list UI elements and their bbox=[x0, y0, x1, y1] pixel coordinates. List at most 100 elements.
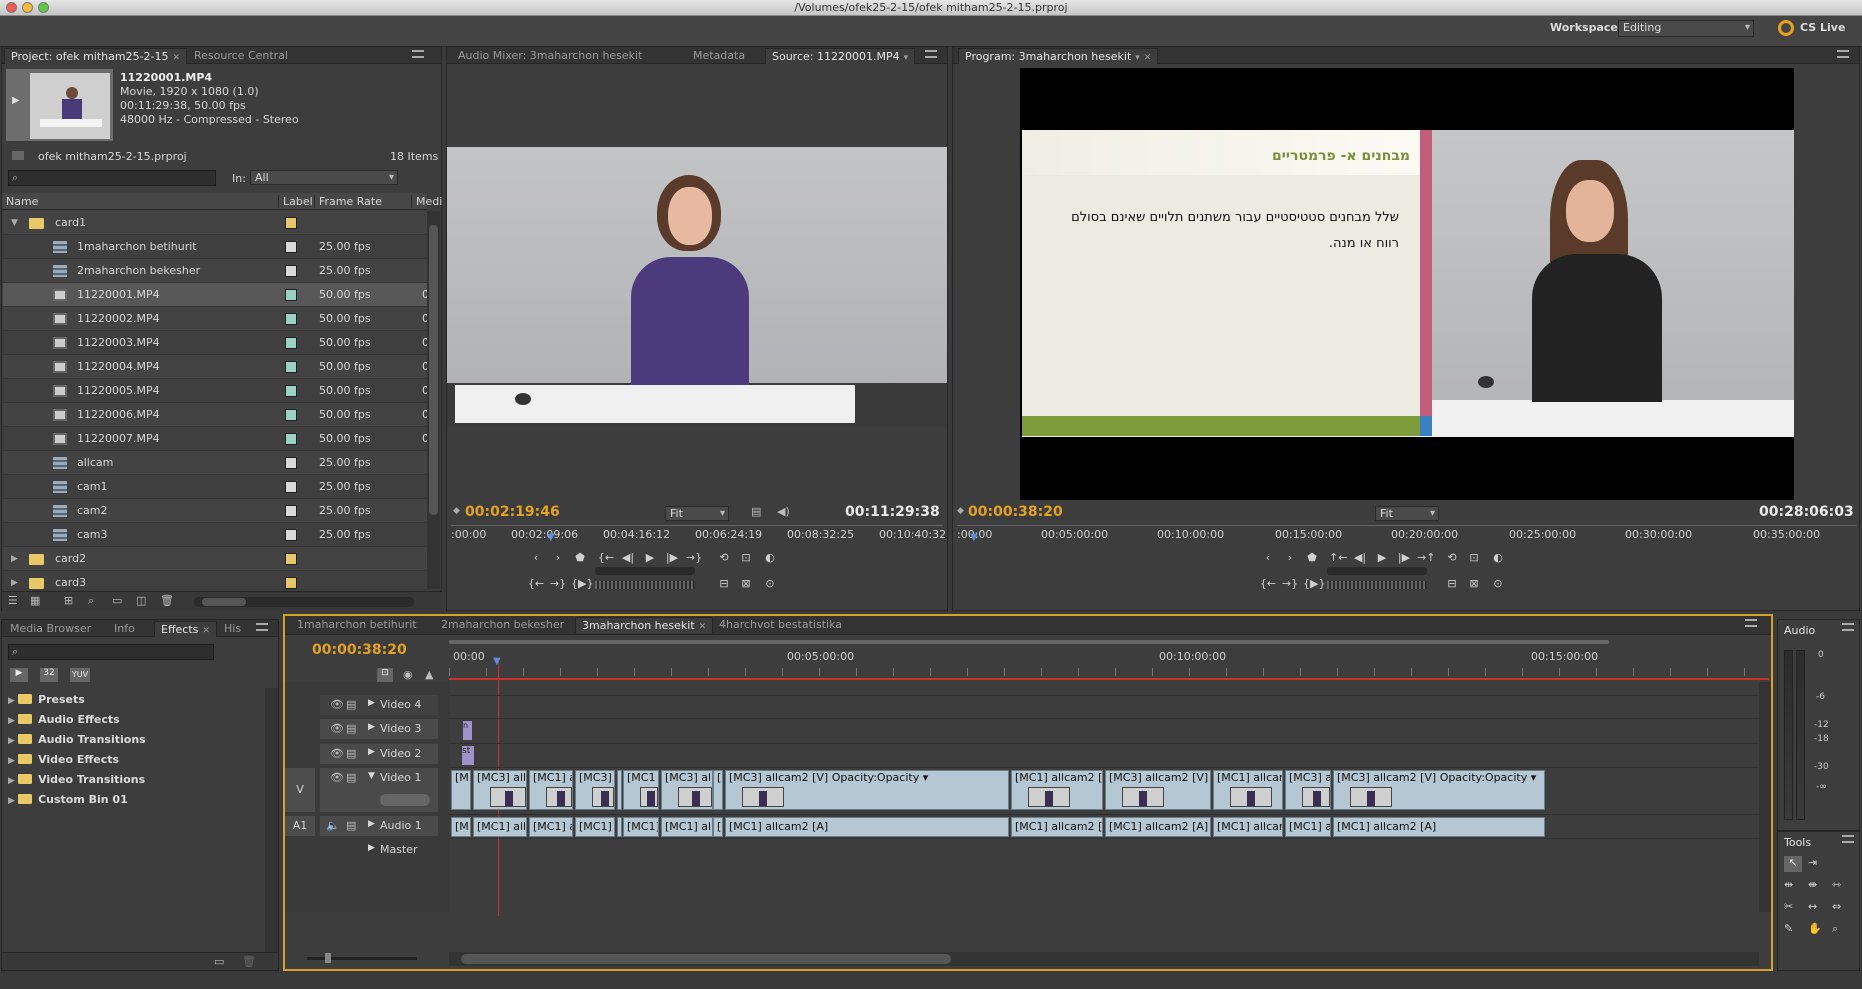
audio-clip[interactable]: [MC1] al bbox=[529, 817, 573, 837]
overlay-icon[interactable]: ⊠ bbox=[737, 576, 755, 592]
timeline-vscroll[interactable] bbox=[1759, 682, 1771, 912]
video-clip[interactable]: [MC3] allcam2 [V] Opacity:Opacity ▾ bbox=[1333, 770, 1545, 810]
project-item-row[interactable]: 11220001.MP4 50.00 fps 0 bbox=[3, 283, 427, 307]
shuttle-right-icon[interactable]: →} bbox=[1281, 576, 1299, 592]
tab-audio-mixer[interactable]: Audio Mixer: 3maharchon hesekit bbox=[452, 48, 648, 64]
timeline-current-timecode[interactable]: 00:00:38:20 bbox=[312, 642, 407, 658]
slide-tool-icon[interactable]: ⇔ bbox=[1832, 900, 1841, 913]
rolling-edit-tool-icon[interactable]: ⇼ bbox=[1808, 878, 1817, 891]
effects-search-input[interactable]: ⌕ bbox=[8, 644, 214, 660]
step-forward-icon[interactable]: |▶ bbox=[1395, 550, 1413, 566]
label-color-swatch[interactable] bbox=[285, 529, 297, 541]
video-clip[interactable]: [MC3] allcam2 [V] ty ▾ bbox=[1105, 770, 1211, 810]
output-icon[interactable]: ◐ bbox=[761, 550, 779, 566]
jog-dial[interactable] bbox=[1327, 581, 1427, 589]
audio-menu-icon[interactable] bbox=[1842, 623, 1854, 631]
lock-icon[interactable]: ▤ bbox=[346, 698, 356, 711]
icon-view-icon[interactable]: ▦ bbox=[30, 594, 40, 607]
audio-clip[interactable]: [MC1] allca bbox=[473, 817, 527, 837]
expand-icon[interactable]: ▶ bbox=[368, 819, 375, 829]
expand-icon[interactable]: ▶ bbox=[368, 698, 375, 708]
project-search-input[interactable]: ⌕ bbox=[8, 170, 216, 186]
effects-folder-video-transitions[interactable]: ▶ Video Transitions bbox=[8, 770, 145, 790]
mark-in-icon[interactable]: ‹ bbox=[527, 550, 545, 566]
source-current-timecode[interactable]: 00:02:19:46 bbox=[465, 504, 560, 520]
safe-margins-icon[interactable]: ⊡ bbox=[737, 550, 755, 566]
lock-icon[interactable]: ▤ bbox=[346, 747, 356, 760]
new-bin-icon[interactable]: ▭ bbox=[112, 594, 122, 607]
step-forward-icon[interactable]: |▶ bbox=[663, 550, 681, 566]
video3-clip[interactable]: n bbox=[463, 721, 472, 740]
keyframe-nav[interactable] bbox=[380, 794, 430, 806]
disclosure-icon[interactable]: ▶ bbox=[11, 571, 18, 589]
shuttle-slider[interactable] bbox=[1327, 567, 1427, 575]
label-color-swatch[interactable] bbox=[285, 385, 297, 397]
video-clip[interactable]: [ bbox=[713, 770, 723, 810]
tab-sequence-4[interactable]: 4harchvot bestatistika bbox=[713, 617, 848, 633]
mark-out-icon[interactable]: › bbox=[549, 550, 567, 566]
safe-margins-icon[interactable]: ⊡ bbox=[1465, 550, 1483, 566]
lock-icon[interactable]: ▤ bbox=[346, 771, 356, 784]
work-area-bar[interactable] bbox=[449, 640, 1609, 644]
output-icon[interactable]: ◐ bbox=[1489, 550, 1507, 566]
track-select-tool-icon[interactable]: ⇥ bbox=[1808, 856, 1817, 869]
audio-clip[interactable]: [MC1] allcam2 [A] bbox=[1333, 817, 1545, 837]
go-to-previous-edit-icon[interactable]: ↑← bbox=[1329, 550, 1347, 566]
source-playhead[interactable]: ▼ bbox=[547, 532, 555, 543]
expand-icon[interactable]: ▶ bbox=[368, 722, 375, 732]
audio-clip[interactable]: [MC1] allcam2 bbox=[1213, 817, 1283, 837]
close-tab-icon[interactable]: ✕ bbox=[202, 626, 210, 636]
play-thumbnail-icon[interactable]: ▶ bbox=[12, 95, 20, 106]
program-menu-icon[interactable] bbox=[1837, 50, 1849, 58]
export-frame-icon[interactable]: ⊙ bbox=[1489, 576, 1507, 592]
label-color-swatch[interactable] bbox=[285, 577, 297, 589]
audio-clip[interactable]: [MC1] bbox=[575, 817, 615, 837]
video-clip[interactable]: [MC3] allca bbox=[661, 770, 713, 810]
go-to-next-edit-icon[interactable]: →↑ bbox=[1417, 550, 1435, 566]
tab-resource-central[interactable]: Resource Central bbox=[188, 48, 294, 64]
disclosure-icon[interactable]: ▶ bbox=[8, 736, 18, 746]
video-clip[interactable]: [ bbox=[617, 770, 622, 810]
label-color-swatch[interactable] bbox=[285, 505, 297, 517]
extract-icon[interactable]: ⊠ bbox=[1465, 576, 1483, 592]
32bit-effects-button[interactable]: 32 bbox=[40, 668, 58, 682]
effects-folder-presets[interactable]: ▶ Presets bbox=[8, 690, 85, 710]
label-color-swatch[interactable] bbox=[285, 217, 297, 229]
yuv-effects-button[interactable]: YUV bbox=[70, 668, 90, 682]
video-target-v[interactable]: V bbox=[285, 768, 315, 812]
bin-row[interactable]: ▼ card1 bbox=[3, 211, 427, 235]
video-clip[interactable]: [MC1] allcam2 bbox=[1213, 770, 1283, 810]
project-item-row[interactable]: allcam 25.00 fps bbox=[3, 451, 427, 475]
mark-out-icon[interactable]: › bbox=[1281, 550, 1299, 566]
project-hscroll[interactable] bbox=[194, 597, 414, 607]
disclosure-icon[interactable]: ▶ bbox=[11, 547, 18, 571]
zoom-window-button[interactable] bbox=[38, 2, 49, 13]
label-color-swatch[interactable] bbox=[285, 313, 297, 325]
project-item-row[interactable]: 11220002.MP4 50.00 fps 0 bbox=[3, 307, 427, 331]
workspace-dropdown[interactable]: Editing bbox=[1618, 20, 1754, 37]
shuttle-left-icon[interactable]: {← bbox=[1259, 576, 1277, 592]
lock-icon[interactable]: ▤ bbox=[346, 722, 356, 735]
audio-clip[interactable]: [MC1] bbox=[623, 817, 659, 837]
disclosure-icon[interactable]: ▶ bbox=[8, 696, 18, 706]
speaker-icon[interactable]: 🔈 bbox=[326, 819, 340, 832]
tools-menu-icon[interactable] bbox=[1842, 835, 1854, 843]
col-media[interactable]: Medi bbox=[411, 195, 442, 208]
tab-info[interactable]: Info bbox=[108, 621, 141, 637]
label-color-swatch[interactable] bbox=[285, 241, 297, 253]
cslive-icon[interactable] bbox=[1778, 20, 1794, 36]
selection-tool-icon[interactable]: ↖ bbox=[1784, 856, 1802, 872]
in-dropdown[interactable]: All bbox=[250, 170, 398, 185]
source-time-ruler[interactable]: :00:00 00:02:09:06 00:04:16:12 00:06:24:… bbox=[451, 525, 946, 543]
disclosure-icon[interactable]: ▶ bbox=[8, 776, 18, 786]
audio-clip[interactable]: [MC1] allcam2 [A] bbox=[1011, 817, 1103, 837]
close-tab-icon[interactable]: ✕ bbox=[699, 622, 707, 632]
drag-video-icon[interactable]: ▤ bbox=[751, 505, 761, 518]
project-item-row[interactable]: 11220003.MP4 50.00 fps 0 bbox=[3, 331, 427, 355]
bin-row[interactable]: ▶ card3 bbox=[3, 571, 427, 589]
col-fps[interactable]: Frame Rate bbox=[314, 195, 382, 208]
project-item-row[interactable]: 2maharchon bekesher 25.00 fps bbox=[3, 259, 427, 283]
close-tab-icon[interactable]: ✕ bbox=[1144, 53, 1152, 63]
video-clip[interactable]: [MC1] allcam2 [V] bbox=[1011, 770, 1103, 810]
bin-row[interactable]: ▶ card2 bbox=[3, 547, 427, 571]
